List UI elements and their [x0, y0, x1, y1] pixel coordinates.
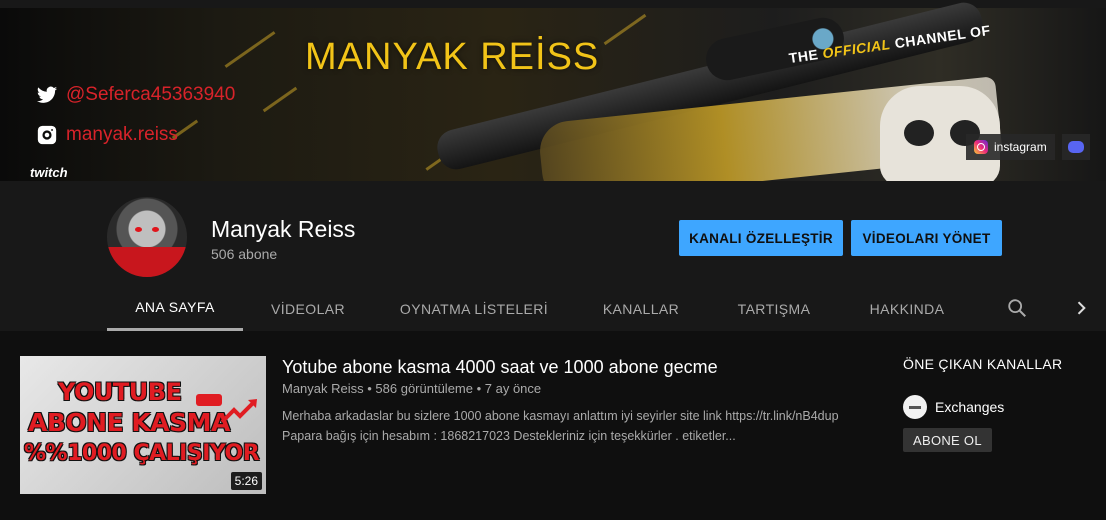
tab-about[interactable]: HAKKINDA [841, 286, 973, 331]
search-icon[interactable] [1006, 297, 1028, 319]
channel-tabs: ANA SAYFA VİDEOLAR OYNATMA LİSTELERİ KAN… [107, 286, 1106, 331]
banner-link-label: instagram [994, 140, 1047, 154]
subscribe-button[interactable]: ABONE OL [903, 428, 992, 452]
trend-arrow-icon [220, 399, 257, 424]
youtube-logo-icon [196, 394, 222, 406]
banner-instagram: manyak.reiss [36, 124, 178, 146]
tab-channels[interactable]: KANALLAR [575, 286, 707, 331]
instagram-handle: manyak.reiss [66, 124, 178, 145]
channel-banner: MANYAK REİSS THE OFFICIAL CHANNEL OF @Se… [0, 0, 1106, 181]
twitter-icon [36, 86, 58, 103]
chevron-right-icon[interactable] [1071, 298, 1091, 318]
thumbnail-text: ABONE KASMA [28, 408, 230, 437]
featured-channel-name: Exchanges [935, 399, 1005, 415]
subscriber-count: 506 abone [211, 246, 278, 262]
description-line: Papara bağış için hesabım : 1868217023 D… [282, 429, 736, 443]
manage-videos-button[interactable]: VİDEOLARI YÖNET [851, 220, 1002, 256]
banner-link-instagram[interactable]: instagram [966, 134, 1055, 160]
avatar[interactable] [107, 197, 187, 277]
tab-discussion[interactable]: TARTIŞMA [707, 286, 841, 331]
instagram-icon [974, 140, 988, 154]
video-title[interactable]: Yotube abone kasma 4000 saat ve 1000 abo… [282, 357, 718, 378]
thumbnail-text: YOUTUBE [58, 378, 182, 406]
twitch-logo: twitch [30, 165, 68, 180]
video-thumbnail[interactable]: YOUTUBE ABONE KASMA %%1000 ÇALIŞIYOR 5:2… [20, 356, 266, 494]
thumbnail-text: %%1000 ÇALIŞIYOR [24, 441, 260, 466]
featured-channel-item[interactable]: Exchanges [903, 395, 1004, 419]
description-line: Merhaba arkadaslar bu sizlere 1000 abone… [282, 409, 839, 423]
home-content: YOUTUBE ABONE KASMA %%1000 ÇALIŞIYOR 5:2… [0, 331, 1106, 520]
twitter-handle: @Seferca45363940 [66, 84, 236, 105]
video-meta: Manyak Reiss • 586 görüntüleme • 7 ay ön… [282, 381, 542, 396]
channel-name: Manyak Reiss [211, 216, 356, 242]
video-duration: 5:26 [230, 472, 262, 490]
tab-videos[interactable]: VİDEOLAR [243, 286, 373, 331]
instagram-icon [37, 125, 57, 145]
tab-playlists[interactable]: OYNATMA LİSTELERİ [373, 286, 575, 331]
discord-icon [1068, 141, 1084, 153]
tab-home[interactable]: ANA SAYFA [107, 286, 243, 331]
featured-channel-avatar [903, 395, 927, 419]
banner-link-discord[interactable] [1062, 134, 1090, 160]
customize-channel-button[interactable]: KANALI ÖZELLEŞTİR [679, 220, 843, 256]
channel-header: Manyak Reiss 506 abone KANALI ÖZELLEŞTİR… [0, 181, 1106, 331]
banner-title: MANYAK REİSS [305, 36, 600, 78]
banner-twitter: @Seferca45363940 [36, 84, 235, 106]
featured-channels-title: ÖNE ÇIKAN KANALLAR [903, 356, 1063, 372]
video-description: Merhaba arkadaslar bu sizlere 1000 abone… [282, 406, 862, 446]
